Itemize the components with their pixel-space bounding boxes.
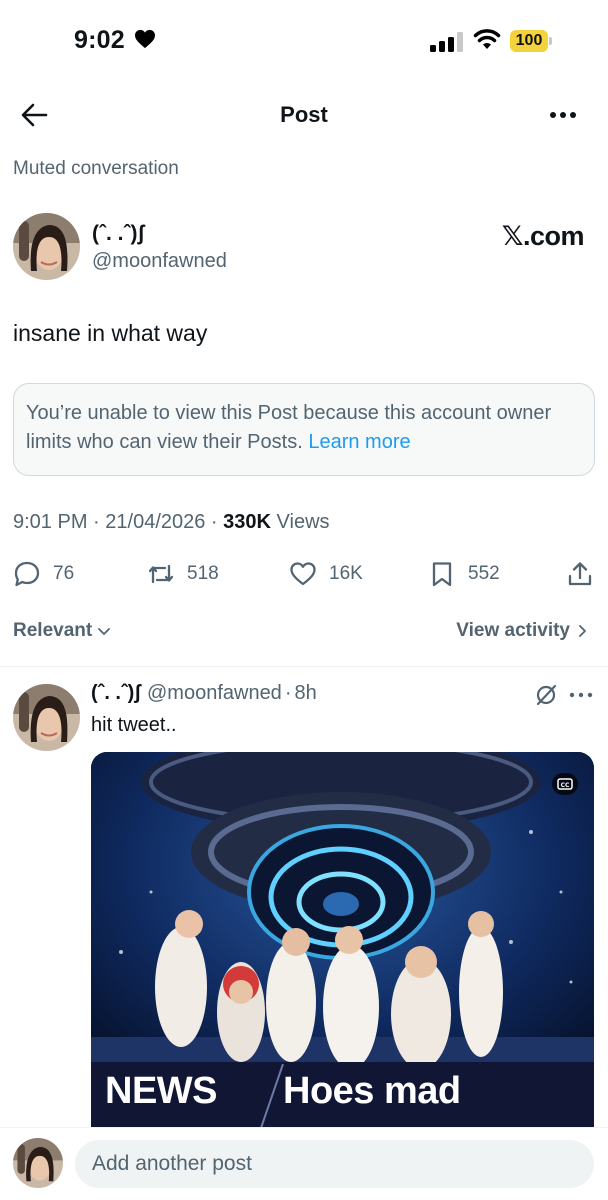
- reply-avatar[interactable]: [13, 684, 80, 751]
- repost-button[interactable]: 518: [147, 558, 219, 590]
- author-name[interactable]: (ˆ. .ˆ)ʃ: [92, 222, 144, 246]
- reply-icon: [14, 561, 40, 587]
- wifi-icon: [473, 29, 501, 49]
- bookmark-icon: [432, 562, 452, 587]
- cellular-signal-icon: [430, 32, 463, 52]
- divider: [0, 666, 608, 667]
- relevant-sort-button[interactable]: Relevant: [13, 620, 112, 642]
- reply-more-options-icon[interactable]: [568, 685, 594, 705]
- muted-icon[interactable]: [534, 683, 558, 707]
- reply-video[interactable]: CC NEWS Hoes mad: [91, 752, 594, 1130]
- heart-icon: [135, 29, 155, 49]
- news-caption: Hoes mad: [283, 1070, 461, 1112]
- post-actions: 76 518 16K 552: [0, 558, 608, 592]
- reply-header: (ˆ. .ˆ)ʃ @moonfawned · 8h: [91, 682, 317, 705]
- battery-tip: [549, 37, 552, 45]
- restricted-post-notice: You’re unable to view this Post because …: [13, 383, 595, 476]
- muted-conversation-label: Muted conversation: [13, 158, 179, 179]
- svg-text:CC: CC: [561, 782, 570, 789]
- bookmark-button[interactable]: 552: [428, 558, 500, 590]
- status-bar: 9:02 100: [0, 0, 608, 82]
- battery-icon: 100: [510, 30, 552, 52]
- reply-composer: Add another post: [0, 1127, 608, 1200]
- repost-count: 518: [187, 563, 219, 584]
- more-options-icon[interactable]: [548, 102, 578, 128]
- composer-avatar[interactable]: [13, 1138, 63, 1188]
- reply-author-name[interactable]: (ˆ. .ˆ)ʃ: [91, 682, 141, 705]
- notice-text: You’re unable to view this Post because …: [26, 402, 552, 453]
- share-icon: [568, 562, 592, 586]
- add-post-input[interactable]: Add another post: [75, 1140, 594, 1188]
- avatar[interactable]: [13, 213, 80, 280]
- reply-sort-row: Relevant View activity: [0, 620, 608, 648]
- view-activity-link[interactable]: View activity: [456, 620, 590, 642]
- top-nav: Post: [0, 90, 608, 140]
- post-meta: 9:01 PM · 21/04/2026 · 330K Views: [13, 511, 330, 533]
- relevant-label: Relevant: [13, 620, 93, 641]
- status-time: 9:02: [74, 26, 125, 54]
- share-button[interactable]: [566, 558, 594, 590]
- reply-text: hit tweet..: [91, 714, 177, 736]
- heart-outline-icon: [290, 562, 316, 586]
- captions-icon[interactable]: CC: [551, 772, 579, 796]
- like-button[interactable]: 16K: [289, 558, 363, 590]
- learn-more-link[interactable]: Learn more: [308, 431, 410, 453]
- repost-icon: [148, 564, 174, 584]
- reply-author-handle[interactable]: @moonfawned: [147, 682, 282, 705]
- battery-level: 100: [510, 30, 548, 52]
- chevron-right-icon: [579, 625, 586, 637]
- page-title: Post: [280, 102, 328, 127]
- reply-count: 76: [53, 563, 75, 584]
- post-time: 9:01 PM: [13, 511, 88, 533]
- post-date: 21/04/2026: [105, 511, 206, 533]
- reply-button[interactable]: 76: [13, 558, 74, 590]
- reply-time: 8h: [294, 682, 317, 704]
- news-label: NEWS: [105, 1070, 218, 1112]
- bookmark-count: 552: [468, 563, 500, 584]
- author-handle[interactable]: @moonfawned: [92, 250, 227, 273]
- chevron-down-icon: [98, 628, 111, 635]
- news-chyron: NEWS Hoes mad: [91, 1062, 594, 1130]
- views-count: 330K: [223, 511, 271, 533]
- separator-dot: ·: [284, 682, 292, 704]
- view-activity-label: View activity: [456, 620, 570, 641]
- like-count: 16K: [329, 563, 363, 584]
- x-com-badge: 𝕏.com: [501, 221, 585, 251]
- views-label: Views: [276, 511, 330, 533]
- post-text: insane in what way: [13, 320, 208, 346]
